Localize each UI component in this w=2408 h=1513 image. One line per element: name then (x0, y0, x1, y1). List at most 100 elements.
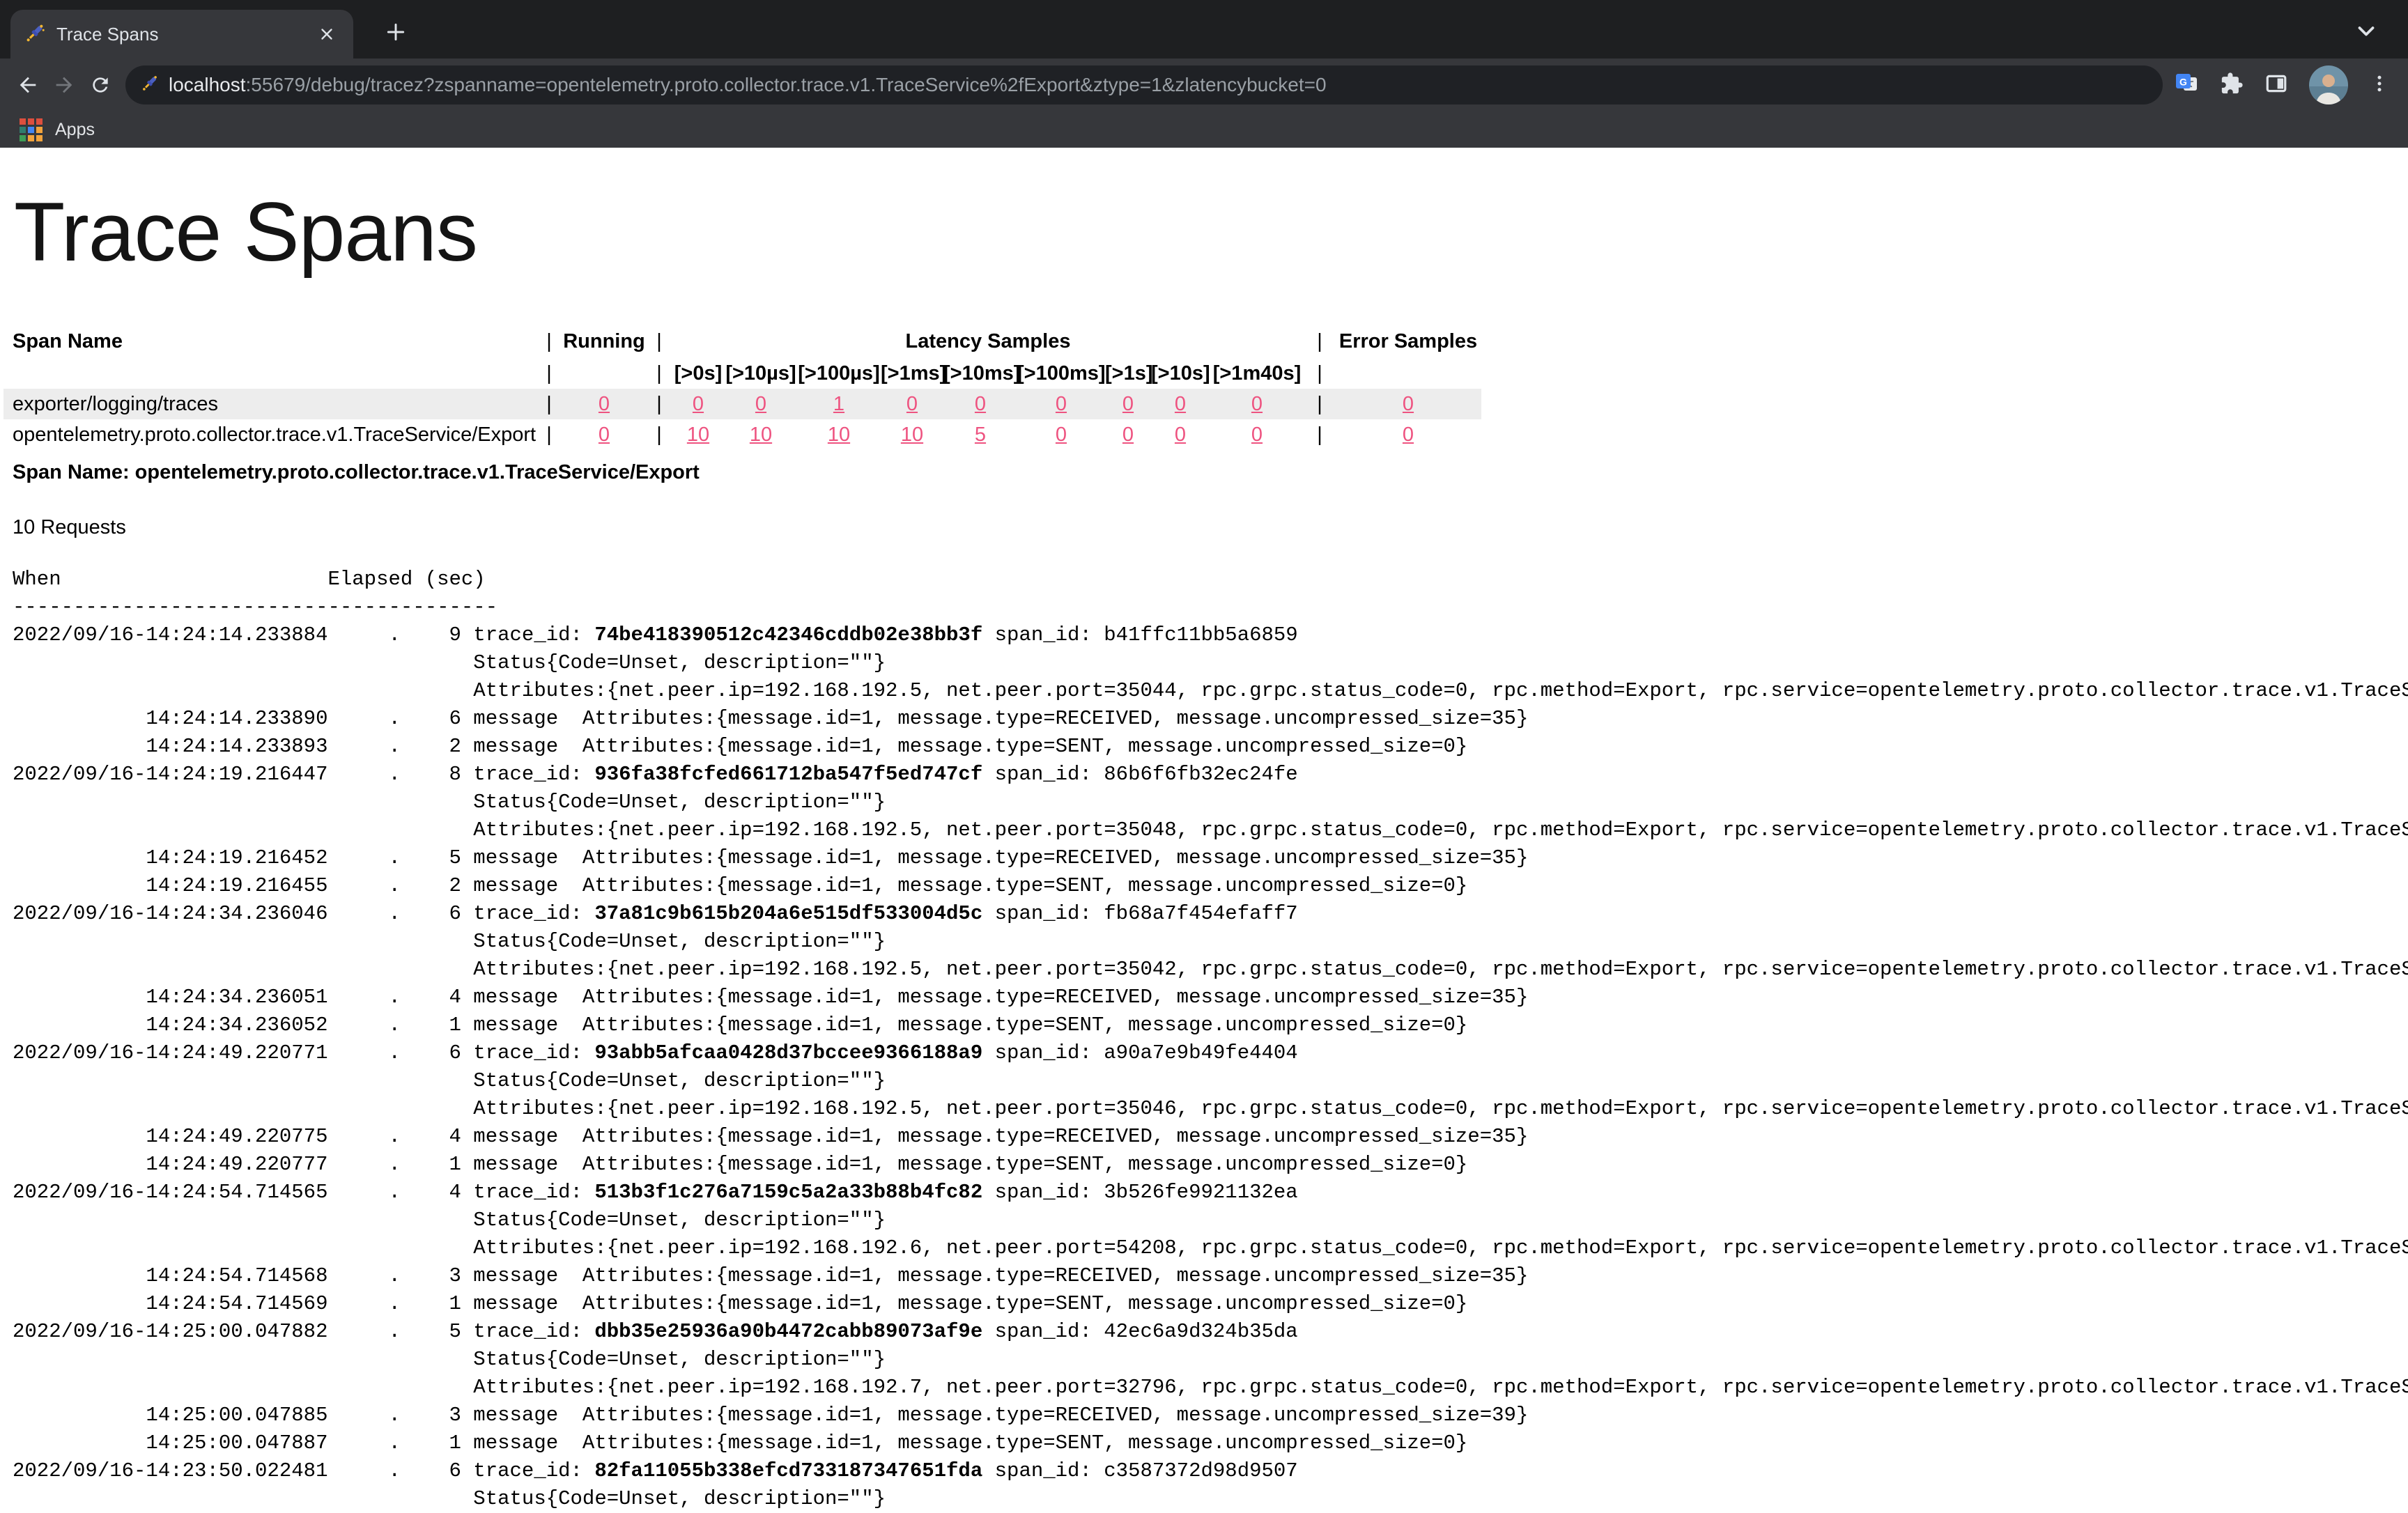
latency-count-cell: 10 (797, 419, 881, 450)
apps-grid-dot (20, 127, 26, 133)
forward-button[interactable] (46, 67, 82, 103)
apps-grid-dot (36, 135, 43, 141)
side-panel-icon[interactable] (2264, 72, 2288, 99)
running-count-link[interactable]: 0 (599, 393, 610, 415)
span-name-cell: exporter/logging/traces (3, 389, 537, 419)
latency-count-link[interactable]: 10 (687, 424, 709, 446)
latency-count-cell: 10 (725, 419, 797, 450)
latency-count-link[interactable]: 0 (1056, 393, 1067, 415)
latency-count-link[interactable]: 0 (693, 393, 704, 415)
trace-id: 936fa38fcfed661712ba547f5ed747cf (594, 763, 982, 786)
running-count-link[interactable]: 0 (599, 424, 610, 446)
page-content: Trace Spans Span Name|Running|Latency Sa… (0, 184, 2408, 1513)
column-separator: | (1304, 389, 1335, 419)
latency-count-link[interactable]: 0 (755, 393, 766, 415)
address-bar[interactable]: localhost:55679/debug/tracez?zspanname=o… (125, 65, 2163, 104)
latency-bucket-label: [>10ms] (943, 358, 1017, 389)
latency-count-cell: 0 (1017, 389, 1105, 419)
column-separator: | (647, 358, 672, 389)
trace-id: dbb35e25936a90b4472cabb89073af9e (594, 1320, 982, 1343)
latency-count-link[interactable]: 0 (1251, 393, 1263, 415)
apps-grid-icon[interactable] (20, 118, 43, 141)
url-path: :55679/debug/tracez?zspanname=openteleme… (246, 74, 1327, 95)
span-table-row: exporter/logging/traces|0|001000000|0 (3, 389, 1481, 419)
browser-tab[interactable]: Trace Spans (10, 10, 353, 59)
span-name-cell: opentelemetry.proto.collector.trace.v1.T… (3, 419, 537, 450)
column-separator: | (537, 419, 562, 450)
latency-count-cell: 0 (1017, 419, 1105, 450)
running-count-cell: 0 (562, 389, 647, 419)
latency-bucket-label: [>0s] (672, 358, 725, 389)
page-title: Trace Spans (14, 184, 2408, 280)
error-count-link[interactable]: 0 (1403, 393, 1414, 415)
error-count-cell: 0 (1335, 389, 1481, 419)
tab-favicon-icon (24, 22, 45, 47)
error-count-cell: 0 (1335, 419, 1481, 450)
trace-id: 82fa11055b338efcd733187347651fda (594, 1459, 982, 1482)
latency-count-cell: 0 (1151, 389, 1210, 419)
request-log: When Elapsed (sec) ---------------------… (13, 566, 2408, 1513)
latency-count-link[interactable]: 0 (1122, 424, 1134, 446)
column-header-span-name: Span Name (3, 325, 537, 358)
latency-count-link[interactable]: 10 (828, 424, 850, 446)
latency-count-link[interactable]: 0 (1175, 393, 1186, 415)
latency-count-cell: 0 (1151, 419, 1210, 450)
spacer (3, 358, 537, 389)
selected-span-name: Span Name: opentelemetry.proto.collector… (13, 461, 2408, 484)
latency-count-cell: 10 (881, 419, 943, 450)
trace-id: 37a81c9b615b204a6e515df533004d5c (594, 902, 982, 925)
latency-count-link[interactable]: 1 (833, 393, 844, 415)
tab-close-icon[interactable] (314, 22, 339, 47)
latency-count-link[interactable]: 10 (750, 424, 772, 446)
column-separator: | (537, 325, 562, 358)
new-tab-button[interactable] (376, 13, 415, 52)
url-favicon-icon (141, 74, 159, 97)
toolbar-extensions-area: G (2174, 65, 2390, 104)
trace-id: 513b3f1c276a7159c5a2a33b88b4fc82 (594, 1181, 982, 1204)
span-table-row: opentelemetry.proto.collector.trace.v1.T… (3, 419, 1481, 450)
latency-count-cell: 1 (797, 389, 881, 419)
tab-search-chevron-icon[interactable] (2351, 15, 2382, 46)
latency-count-cell: 0 (725, 389, 797, 419)
latency-count-cell: 0 (1210, 389, 1304, 419)
translate-icon[interactable]: G (2174, 71, 2199, 100)
latency-count-cell: 0 (943, 389, 1017, 419)
latency-count-link[interactable]: 0 (975, 393, 986, 415)
error-count-link[interactable]: 0 (1403, 424, 1414, 446)
latency-count-cell: 0 (1210, 419, 1304, 450)
latency-count-link[interactable]: 0 (906, 393, 918, 415)
latency-count-link[interactable]: 0 (1251, 424, 1263, 446)
latency-count-link[interactable]: 10 (901, 424, 923, 446)
url-host: localhost (169, 74, 246, 95)
extensions-puzzle-icon[interactable] (2220, 72, 2244, 99)
trace-id: 93abb5afcaa0428d37bccee9366188a9 (594, 1041, 982, 1064)
apps-grid-dot (36, 127, 43, 133)
column-separator: | (1304, 358, 1335, 389)
apps-grid-dot (20, 135, 26, 141)
latency-count-link[interactable]: 0 (1175, 424, 1186, 446)
latency-bucket-label: [>100ms] (1017, 358, 1105, 389)
latency-count-cell: 10 (672, 419, 725, 450)
apps-bookmark[interactable]: Apps (55, 120, 95, 140)
latency-bucket-label: [>1m40s] (1210, 358, 1304, 389)
latency-count-link[interactable]: 5 (975, 424, 986, 446)
latency-count-cell: 5 (943, 419, 1017, 450)
url-text: localhost:55679/debug/tracez?zspanname=o… (169, 74, 1327, 96)
latency-count-link[interactable]: 0 (1122, 393, 1134, 415)
column-separator: | (1304, 325, 1335, 358)
bucket-header-row: ||[>0s][>10µs][>100µs][>1ms][>10ms][>100… (3, 358, 1481, 389)
latency-count-cell: 0 (1105, 389, 1151, 419)
apps-grid-dot (28, 118, 34, 125)
apps-grid-dot (36, 118, 43, 125)
latency-count-link[interactable]: 0 (1056, 424, 1067, 446)
apps-grid-dot (28, 135, 34, 141)
profile-avatar[interactable] (2309, 65, 2348, 104)
spacer (562, 358, 647, 389)
tab-strip: Trace Spans (0, 0, 2408, 59)
browser-menu-kebab-icon[interactable] (2369, 73, 2390, 98)
reload-button[interactable] (82, 67, 118, 103)
bookmarks-bar: Apps (0, 111, 2408, 148)
back-button[interactable] (10, 67, 46, 103)
column-header-error-samples: Error Samples (1335, 325, 1481, 358)
column-separator: | (647, 389, 672, 419)
